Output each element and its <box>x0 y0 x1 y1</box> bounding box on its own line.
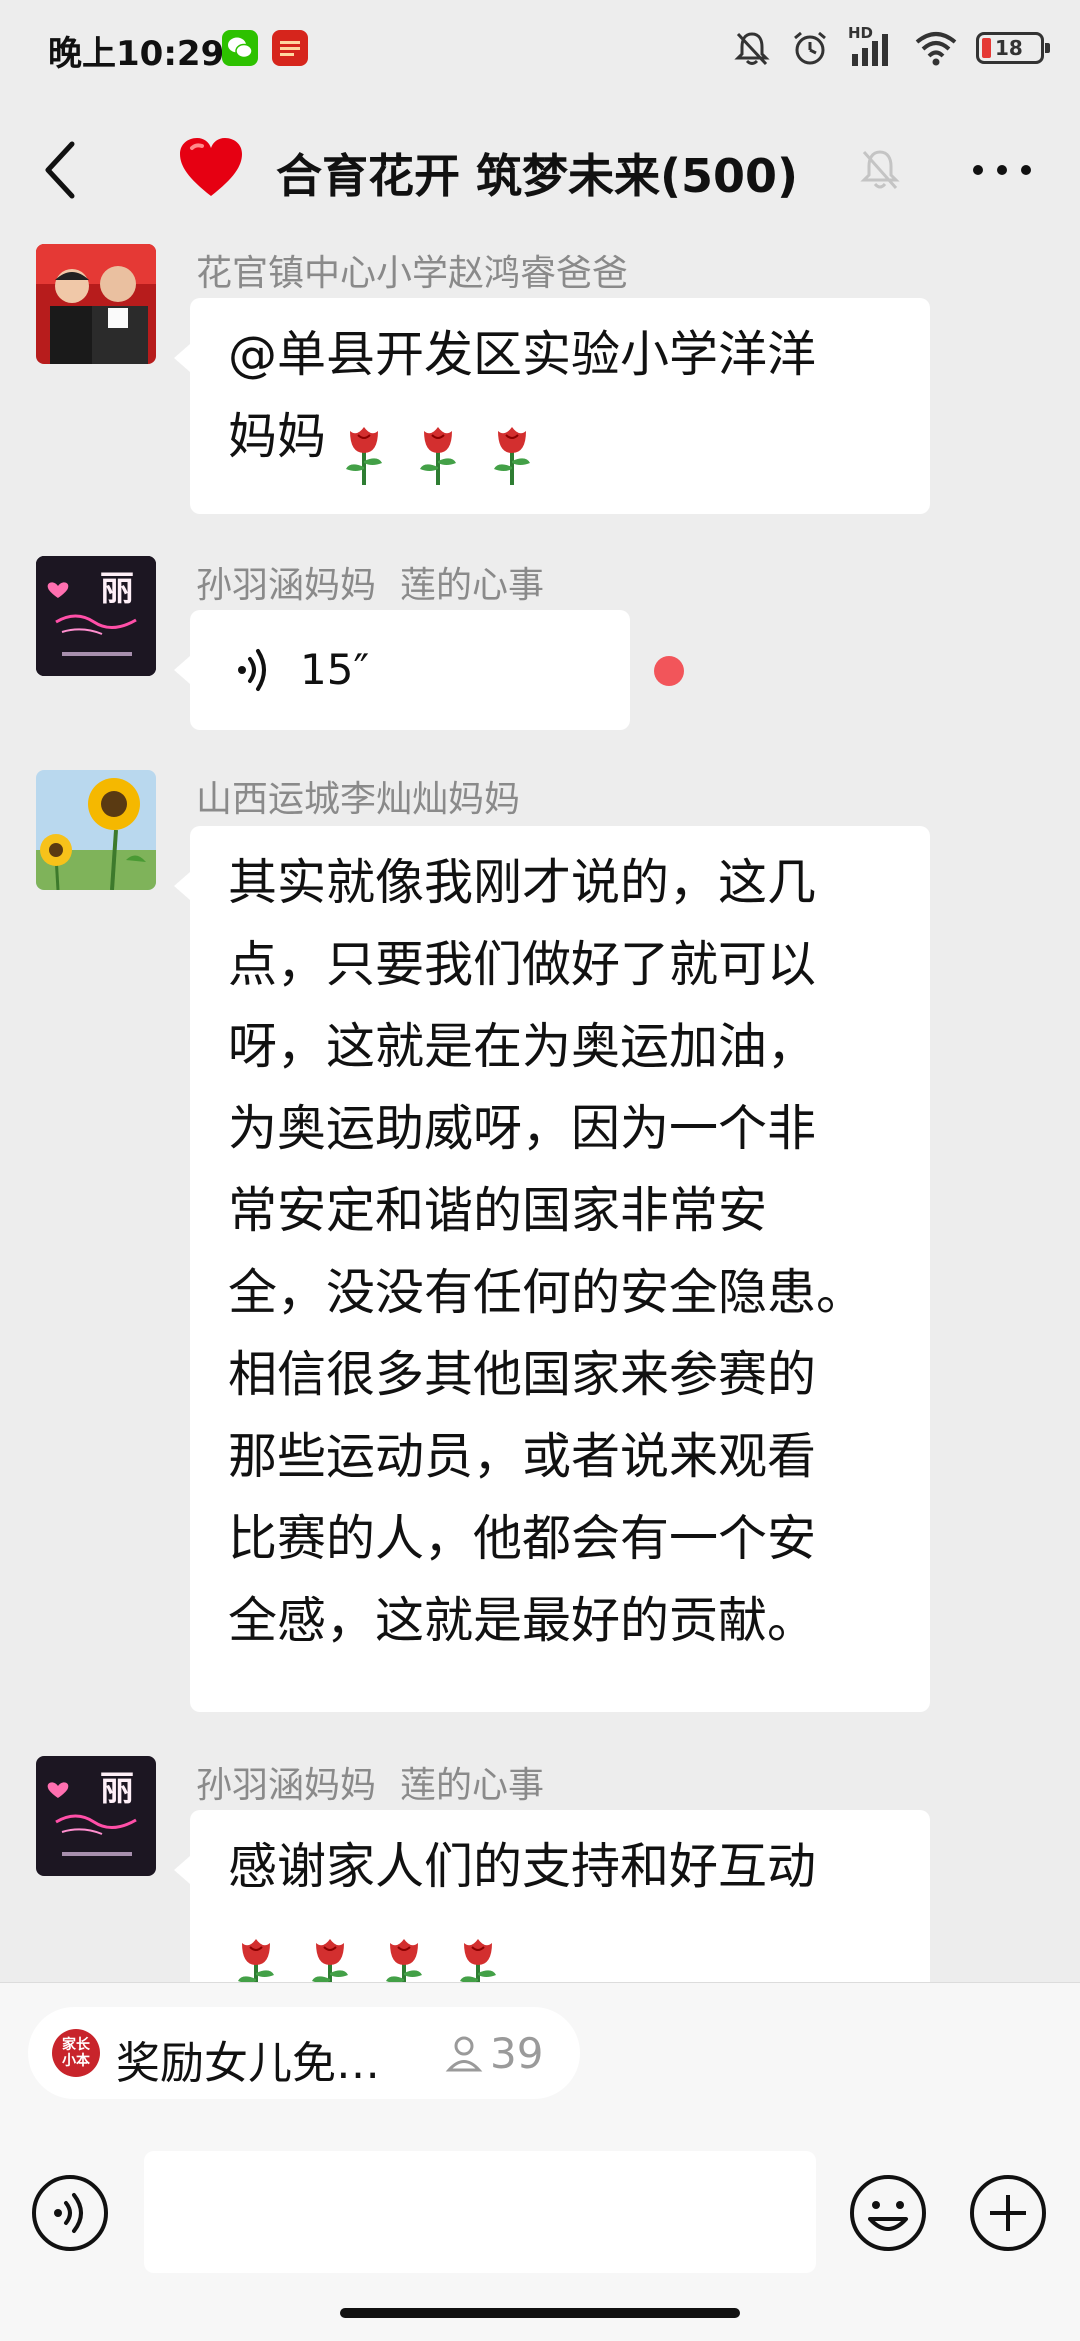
unread-dot <box>654 656 684 686</box>
status-right-icons: HD 18 <box>732 24 1050 72</box>
sender-name: 山西运城李灿灿妈妈 <box>196 779 521 820</box>
message-text: @单县开发区实验小学洋洋 妈妈 <box>228 326 817 465</box>
chat-message: 丽 孙羽涵妈妈 莲的心事 感谢家人们的支持和好互动 <box>0 1756 1080 1982</box>
sender-tag: 莲的心事 <box>400 1765 545 1806</box>
mini-app-title: 奖励女儿免… <box>116 2038 380 2089</box>
sender-name: 孙羽涵妈妈 莲的心事 <box>196 1756 544 1808</box>
chat-header: 合育花开 筑梦未来(500) <box>0 110 1080 230</box>
message-input[interactable] <box>144 2151 816 2273</box>
back-button[interactable] <box>30 130 90 210</box>
message-text: 其实就像我刚才说的，这几 点，只要我们做好了就可以 呀，这就是在为奥运加油， 为… <box>228 854 866 1649</box>
rose-icon <box>420 426 456 485</box>
muted-bell-icon <box>860 150 900 189</box>
rose-icon <box>312 1938 348 1982</box>
voice-message-bubble[interactable]: 15″ <box>174 610 630 730</box>
battery-icon: 18 <box>976 32 1050 64</box>
sender-tag: 莲的心事 <box>400 565 545 606</box>
avatar-li-text: 丽 <box>100 569 134 609</box>
chat-message-list[interactable]: 花官镇中心小学赵鸿睿爸爸 @单县开发区实验小学洋洋 妈妈 丽 孙羽涵妈妈 莲的心事 <box>0 230 1080 1982</box>
sender-name-text: 孙羽涵妈妈 <box>196 565 377 606</box>
voice-waves-icon <box>238 649 266 691</box>
sender-name-text: 孙羽涵妈妈 <box>196 1765 377 1806</box>
rose-icon <box>494 426 530 485</box>
viewer-count: 39 <box>490 2029 544 2078</box>
avatar[interactable]: 丽 <box>36 1756 156 1876</box>
message-bubble[interactable]: 感谢家人们的支持和好互动 <box>174 1810 930 1982</box>
rose-icon <box>386 1938 422 1982</box>
message-bubble[interactable]: 其实就像我刚才说的，这几 点，只要我们做好了就可以 呀，这就是在为奥运加油， 为… <box>174 826 930 1712</box>
avatar[interactable] <box>36 244 156 364</box>
chat-message: 山西运城李灿灿妈妈 其实就像我刚才说的，这几 点，只要我们做好了就可以 呀，这就… <box>0 770 1080 1770</box>
signal-icon: HD <box>848 24 896 68</box>
rose-icon <box>238 1938 274 1982</box>
home-indicator[interactable] <box>340 2308 740 2318</box>
voice-duration: 15″ <box>300 645 370 694</box>
rose-icon <box>346 426 382 485</box>
chat-message: 丽 孙羽涵妈妈 莲的心事 15″ <box>0 556 1080 736</box>
alarm-muted-icon <box>734 32 770 66</box>
sender-name: 花官镇中心小学赵鸿睿爸爸 <box>196 253 629 294</box>
back-arrow-icon <box>45 141 75 199</box>
chat-input-bar: 家长 小本 奖励女儿免… 39 <box>0 1982 1080 2341</box>
avatar[interactable]: 丽 <box>36 556 156 676</box>
avatar-li-text: 丽 <box>100 1769 134 1809</box>
mini-app-pill[interactable]: 家长 小本 奖励女儿免… 39 <box>28 2007 580 2099</box>
message-text: 感谢家人们的支持和好互动 <box>228 1838 817 1895</box>
xuexi-app-icon <box>272 30 308 66</box>
more-dots-icon <box>973 165 1031 175</box>
message-bubble[interactable]: @单县开发区实验小学洋洋 妈妈 <box>174 298 930 514</box>
status-time: 晚上10:29 <box>48 34 225 74</box>
alarm-clock-icon <box>794 31 826 65</box>
avatar[interactable] <box>36 770 156 890</box>
rose-emoji-row <box>336 410 558 492</box>
voice-toggle-button[interactable] <box>30 2173 110 2253</box>
heart-icon <box>180 138 242 196</box>
plus-icon <box>970 2175 1046 2251</box>
more-button[interactable] <box>962 140 1042 200</box>
status-bar: 晚上10:29 HD 18 <box>0 0 1080 100</box>
rose-icon <box>460 1938 496 1982</box>
battery-level: 18 <box>995 36 1023 60</box>
more-functions-button[interactable] <box>968 2173 1048 2253</box>
user-icon <box>445 2036 483 2072</box>
parent-book-logo: 家长 小本 <box>52 2029 100 2077</box>
sender-name: 孙羽涵妈妈 莲的心事 <box>196 556 544 608</box>
emoji-icon <box>850 2175 926 2251</box>
wifi-icon <box>915 32 957 66</box>
emoji-button[interactable] <box>848 2173 928 2253</box>
rose-emoji-row <box>228 1922 524 1982</box>
wechat-icon <box>222 30 258 66</box>
voice-toggle-icon <box>32 2175 108 2251</box>
group-title: 合育花开 筑梦未来(500) <box>276 149 799 203</box>
chat-message: 花官镇中心小学赵鸿睿爸爸 @单县开发区实验小学洋洋 妈妈 <box>0 244 1080 544</box>
